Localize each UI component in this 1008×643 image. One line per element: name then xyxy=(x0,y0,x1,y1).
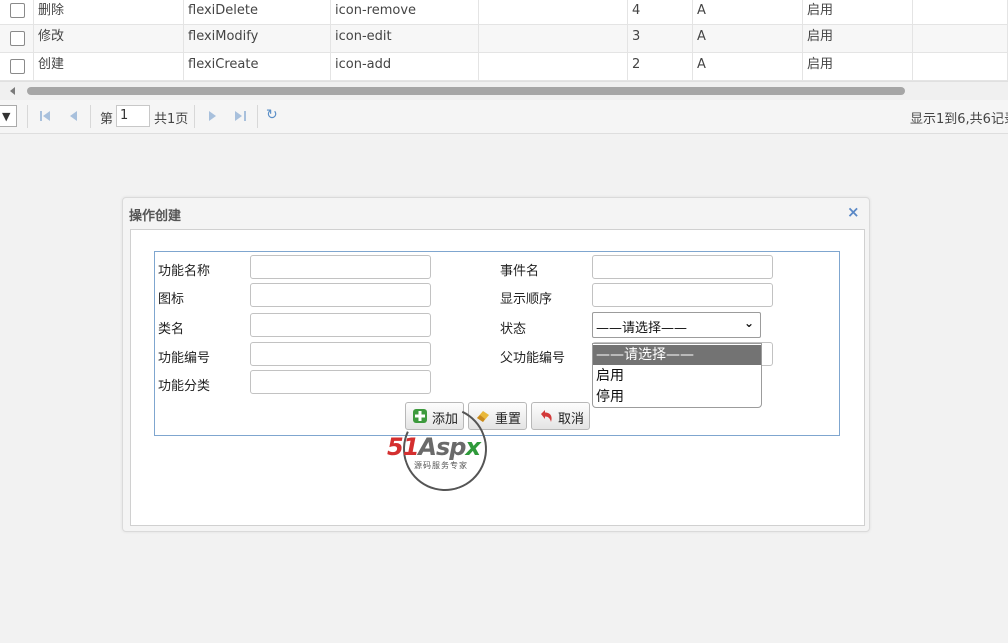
cell-name: 创建 xyxy=(34,53,184,80)
status-select-value: ——请选择—— xyxy=(596,321,688,336)
cell-icon-class: icon-add xyxy=(331,53,479,80)
next-page-icon xyxy=(209,111,216,121)
refresh-icon[interactable]: ↻ xyxy=(266,108,279,122)
cell-status: 启用 xyxy=(803,0,913,24)
page-size-select[interactable]: ▼ xyxy=(0,105,17,127)
status-label: 状态 xyxy=(500,322,527,337)
status-dropdown-list: ——请选择—— 启用 停用 xyxy=(592,343,762,408)
func-category-label: 功能分类 xyxy=(158,379,211,394)
page-number-input[interactable]: 1 xyxy=(116,105,150,127)
table-row[interactable]: 创建 flexiCreate icon-add 2 A 启用 xyxy=(0,53,1008,81)
pager-separator xyxy=(90,105,91,128)
class-name-label: 类名 xyxy=(158,322,185,337)
cell-extra xyxy=(479,25,628,52)
pager-bar: ▼ 第 1 共1页 ↻ 显示1到6,共6记录 xyxy=(0,100,1008,134)
row-checkbox[interactable] xyxy=(10,59,25,74)
chevron-down-icon: ▼ xyxy=(2,110,11,123)
event-name-input[interactable] xyxy=(592,255,773,279)
cell-order: 2 xyxy=(628,53,693,80)
cell-blank xyxy=(913,53,1008,80)
cell-type: A xyxy=(693,53,803,80)
row-checkbox[interactable] xyxy=(10,3,25,18)
undo-icon xyxy=(541,410,552,422)
table-row[interactable]: 修改 flexiModify icon-edit 3 A 启用 xyxy=(0,25,1008,53)
status-option-disabled[interactable]: 停用 xyxy=(593,387,761,407)
cell-status: 启用 xyxy=(803,25,913,52)
last-page-icon xyxy=(235,111,242,121)
cell-status: 启用 xyxy=(803,53,913,80)
first-page-icon xyxy=(40,111,42,121)
status-select[interactable]: ——请选择—— ⌄ xyxy=(592,312,761,338)
cell-js-function: flexiDelete xyxy=(184,0,331,24)
cell-extra xyxy=(479,0,628,24)
pager-separator xyxy=(257,105,258,128)
chevron-down-icon: ⌄ xyxy=(743,316,754,330)
watermark-brand: 51Aspx xyxy=(387,433,481,461)
cell-order: 4 xyxy=(628,0,693,24)
class-name-input[interactable] xyxy=(250,313,431,337)
first-page-button[interactable] xyxy=(39,109,53,123)
cell-js-function: flexiModify xyxy=(184,25,331,52)
cell-order: 3 xyxy=(628,25,693,52)
cell-extra xyxy=(479,53,628,80)
func-name-label: 功能名称 xyxy=(158,264,211,279)
func-code-label: 功能编号 xyxy=(158,351,211,366)
row-checkbox[interactable] xyxy=(10,31,25,46)
table-row[interactable]: 删除 flexiDelete icon-remove 4 A 启用 xyxy=(0,0,1008,25)
page-prefix-label: 第 xyxy=(100,112,114,127)
next-page-button[interactable] xyxy=(206,109,220,123)
cell-blank xyxy=(913,25,1008,52)
cell-blank xyxy=(913,0,1008,24)
parent-code-label: 父功能编号 xyxy=(500,351,566,366)
cell-type: A xyxy=(693,0,803,24)
func-category-input[interactable] xyxy=(250,370,431,394)
func-name-input[interactable] xyxy=(250,255,431,279)
horizontal-scrollbar[interactable] xyxy=(0,81,1008,101)
display-order-input[interactable] xyxy=(592,283,773,307)
cell-name: 修改 xyxy=(34,25,184,52)
pager-separator xyxy=(194,105,195,128)
prev-page-button[interactable] xyxy=(67,109,81,123)
icon-input[interactable] xyxy=(250,283,431,307)
row-checkbox-cell xyxy=(0,25,34,52)
watermark-logo: 51Aspx 源码服务专家 xyxy=(387,395,512,503)
row-checkbox-cell xyxy=(0,53,34,80)
status-option-enabled[interactable]: 启用 xyxy=(593,366,761,386)
cell-name: 删除 xyxy=(34,0,184,24)
close-icon[interactable]: × xyxy=(847,203,860,221)
cell-type: A xyxy=(693,25,803,52)
dialog-title: 操作创建 xyxy=(129,209,182,224)
cancel-button[interactable]: 取消 xyxy=(531,402,590,430)
event-name-label: 事件名 xyxy=(500,264,540,279)
scrollbar-thumb[interactable] xyxy=(27,87,905,95)
prev-page-icon xyxy=(70,111,77,121)
record-summary: 显示1到6,共6记录 xyxy=(910,112,1008,127)
display-order-label: 显示顺序 xyxy=(500,292,553,307)
cell-icon-class: icon-edit xyxy=(331,25,479,52)
last-page-button[interactable] xyxy=(233,109,247,123)
icon-label: 图标 xyxy=(158,292,185,307)
pager-separator xyxy=(27,105,28,128)
page-total-label: 共1页 xyxy=(154,112,189,127)
watermark-tagline: 源码服务专家 xyxy=(414,461,468,470)
scroll-left-icon[interactable] xyxy=(10,87,15,95)
row-checkbox-cell xyxy=(0,0,34,24)
cell-icon-class: icon-remove xyxy=(331,0,479,24)
func-code-input[interactable] xyxy=(250,342,431,366)
cancel-button-label: 取消 xyxy=(558,412,585,427)
data-grid: 删除 flexiDelete icon-remove 4 A 启用 修改 fle… xyxy=(0,0,1008,81)
cell-js-function: flexiCreate xyxy=(184,53,331,80)
status-option-placeholder[interactable]: ——请选择—— xyxy=(593,345,761,365)
